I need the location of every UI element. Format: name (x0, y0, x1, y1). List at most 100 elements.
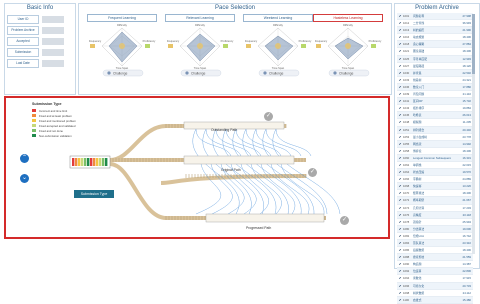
problem-id: 1064 (403, 170, 410, 175)
archive-row[interactable]: ✔ 1013 树的遍历 21.990 (397, 27, 473, 35)
problem-score: 19.884 (462, 106, 471, 111)
archive-row[interactable]: ✔ 1036 数论入门 17.880 (397, 83, 473, 92)
archive-row[interactable]: ✔ 1090 构造题 14.387 (397, 261, 473, 269)
archive-row[interactable]: ✔ 1053 最小生成树 23.778 (397, 134, 473, 141)
radar-dot (119, 43, 125, 49)
flow-diagram (69, 121, 341, 223)
archive-row[interactable]: ✔ 1078 双指针 25.994 (397, 219, 473, 226)
legend-dot (263, 71, 267, 75)
archive-row[interactable]: ✔ 1076 高精度 20.118 (397, 211, 473, 219)
pace-card-title: Weekend Learning (243, 14, 313, 22)
problem-id: 1027 (403, 63, 410, 68)
axis-swatch (223, 44, 228, 48)
svg-text:Frequency: Frequency (245, 39, 258, 43)
problem-name: 可持久化 (413, 283, 425, 288)
problem-score: 19.006 (462, 226, 471, 231)
archive-row[interactable]: ✔ 1001 问题名称 27.998 (397, 13, 473, 21)
archive-row[interactable]: ✔ 1070 矩阵乘法 18.406 (397, 190, 473, 198)
problem-id: 1074 (403, 205, 410, 210)
archive-row[interactable]: ✔ 1058 博弈论 18.406 (397, 148, 473, 155)
problem-archive-panel: Problem Archive ✔ 1001 问题名称 27.998 ✔ 1012 二分查找… (394, 3, 480, 304)
problem-score: 26.013 (462, 113, 471, 118)
problem-id: 1096 (403, 283, 410, 288)
archive-row[interactable]: ✔ 1055 网络流 14.992 (397, 140, 473, 148)
problem-id: 1080 (403, 226, 410, 231)
basic-info-value (42, 48, 64, 56)
problem-score: 18.406 (462, 49, 471, 54)
basic-info-label: Problem Archive (7, 25, 39, 35)
archive-row[interactable]: ✔ 1086 后缀数组 18.406 (397, 247, 473, 255)
archive-row[interactable]: ✔ 1060 Longest Common Subsequence 16.331 (397, 154, 473, 162)
problem-score: 14.992 (462, 141, 471, 146)
archive-row[interactable]: ✔ 1074 几何计算 17.203 (397, 205, 473, 212)
archive-row[interactable]: ✔ 1064 状态压缩 19.570 (397, 169, 473, 177)
problem-score: 27.884 (462, 42, 471, 47)
problem-id: 1013 (403, 28, 410, 33)
archive-row[interactable]: ✔ 1068 快速幂 13.226 (397, 183, 473, 191)
svg-text:Frequency: Frequency (315, 39, 328, 43)
radar-dot (345, 43, 351, 49)
problem-score: 18.406 (462, 248, 471, 253)
archive-row[interactable]: ✔ 1021 图论基础 18.406 (397, 48, 473, 56)
archive-row[interactable]: ✔ 1018 贪心策略 27.884 (397, 41, 473, 49)
check-icon-mid[interactable]: ✓ (308, 168, 317, 177)
basic-info-label: User ID (7, 14, 39, 24)
radar-legend-text: Challenge (269, 72, 284, 76)
pace-card[interactable]: Hasteless Learning Challenge Frequency P… (313, 14, 383, 82)
problem-name: 树状数组 (413, 290, 425, 295)
archive-row[interactable]: ✔ 1082 倍增LCA 16.742 (397, 233, 473, 240)
problem-id: 1062 (403, 162, 410, 167)
archive-row[interactable]: ✔ 1041 区间DP 15.732 (397, 98, 473, 106)
flow-line (242, 128, 302, 215)
archive-row[interactable]: ✔ 1045 哈希表 26.013 (397, 112, 473, 120)
axis-swatch (145, 44, 150, 48)
check-icon-top[interactable]: ✓ (264, 112, 273, 121)
problem-score: 20.118 (462, 212, 471, 217)
archive-row[interactable]: ✔ 1098 树状数组 24.112 (397, 290, 473, 297)
archive-row[interactable]: ✔ 1100 启发式 15.480 (397, 296, 473, 304)
pace-card[interactable]: Frequent Learning Challenge Frequency Pr… (87, 14, 157, 82)
svg-text:Difficulty: Difficulty (343, 23, 353, 27)
check-icon-bottom[interactable]: ✓ (340, 216, 349, 225)
problem-id: 1055 (403, 141, 410, 146)
pace-card[interactable]: Weekend Learning Challenge Frequency Pro… (243, 14, 313, 82)
pace-card[interactable]: Relevant Learning Challenge Frequency Pr… (165, 14, 235, 82)
problem-id: 1041 (403, 99, 410, 104)
pace-card-title: Relevant Learning (165, 14, 235, 22)
flow-line (252, 128, 315, 215)
axis-swatch (168, 44, 173, 48)
archive-row[interactable]: ✔ 1012 二分查找 36.993 (397, 20, 473, 28)
archive-row[interactable]: ✔ 1027 最短路径 18.120 (397, 63, 473, 70)
archive-row[interactable]: ✔ 1084 莫队算法 23.310 (397, 240, 473, 248)
axis-swatch (301, 44, 306, 48)
archive-row[interactable]: ✔ 1016 动态规划 18.406 (397, 34, 473, 42)
archive-row[interactable]: ✔ 1048 模拟题 11.205 (397, 119, 473, 127)
archive-row[interactable]: ✔ 1039 背包问题 21.110 (397, 91, 473, 99)
archive-row[interactable]: ✔ 1066 字典树 24.889 (397, 176, 473, 184)
archive-row[interactable]: ✔ 1025 字符串匹配 12.993 (397, 55, 473, 63)
archive-row[interactable]: ✔ 1043 拓扑排序 19.884 (397, 105, 473, 113)
stage-label-bottom: Progressed Path (246, 226, 272, 230)
archive-row[interactable]: ✔ 1080 分治算法 19.006 (397, 225, 473, 233)
radar-chart: Challenge Frequency Proficiency Difficul… (245, 23, 312, 77)
problem-id: 1082 (403, 233, 410, 238)
archive-row[interactable]: ✔ 1094 离散化 17.915 (397, 275, 473, 283)
archive-row[interactable]: ✔ 1092 位运算 22.806 (397, 268, 473, 276)
archive-row[interactable]: ✔ 1033 线段树 24.321 (397, 77, 473, 84)
archive-row[interactable]: ✔ 1088 搜索剪枝 21.559 (397, 254, 473, 262)
archive-scroll-thumb[interactable] (472, 14, 475, 74)
problem-name: 贪心策略 (413, 42, 425, 47)
problem-score: 15.732 (462, 99, 471, 104)
problem-name: 排列组合 (413, 127, 425, 132)
archive-row[interactable]: ✔ 1072 概率期望 21.667 (397, 197, 473, 205)
archive-row[interactable]: ✔ 1096 可持久化 20.733 (397, 282, 473, 290)
submission-type-button[interactable]: Submission Type (74, 190, 114, 198)
archive-row[interactable]: ✔ 1030 并查集 22.540 (397, 69, 473, 77)
problem-name: 字典树 (413, 177, 422, 182)
archive-row[interactable]: ✔ 1051 排列组合 20.446 (397, 126, 473, 134)
archive-row[interactable]: ✔ 1062 单调栈 22.015 (397, 162, 473, 170)
legend-dot (107, 71, 111, 75)
problem-name: 状态压缩 (413, 170, 425, 175)
problem-score: 11.205 (462, 120, 471, 125)
problem-score: 21.990 (462, 28, 471, 33)
